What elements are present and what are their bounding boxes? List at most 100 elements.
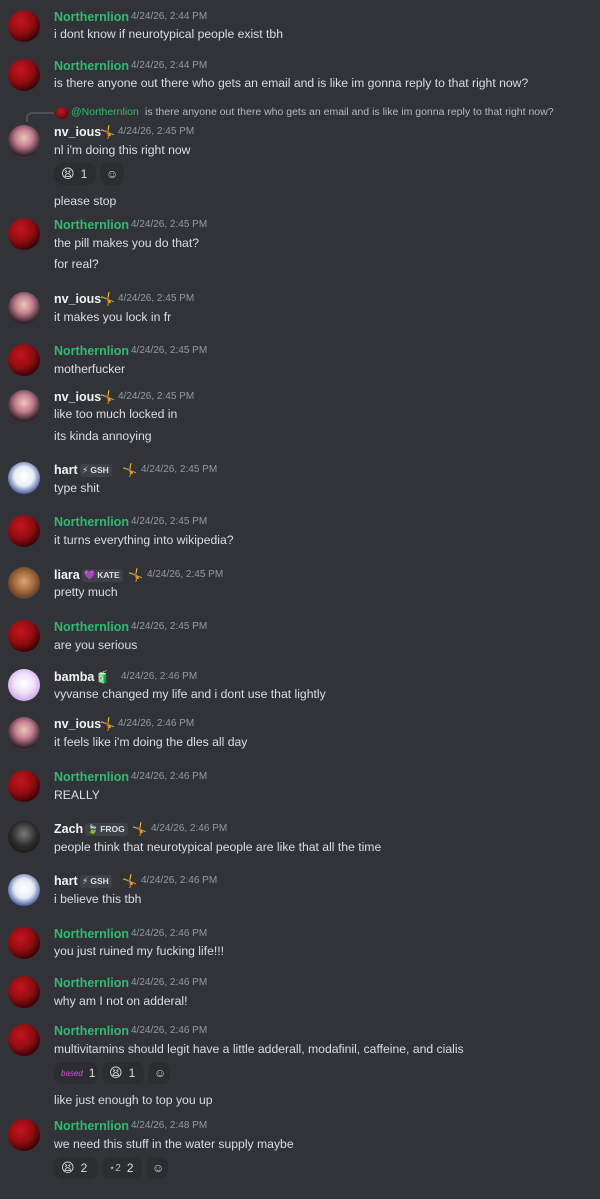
message-text: REALLY — [54, 788, 100, 802]
reaction-count: 1 — [128, 1066, 136, 1080]
timestamp: 4/24/26, 2:46 PM — [131, 977, 208, 988]
avatar[interactable] — [8, 874, 40, 906]
username[interactable]: Northernlion — [54, 1118, 129, 1134]
sparkle-emote-icon: ⋆2 — [109, 1162, 121, 1174]
message-text: i believe this tbh — [54, 892, 142, 906]
avatar[interactable] — [8, 821, 40, 853]
tired-face-icon: 😫 — [109, 1065, 123, 1080]
guild-tag-label: KATE — [97, 570, 120, 580]
avatar[interactable] — [8, 10, 40, 42]
avatar[interactable] — [8, 1119, 40, 1151]
username[interactable]: Northernlion — [54, 1023, 129, 1039]
username[interactable]: Northernlion — [54, 514, 129, 530]
role-icon: 🤸 — [100, 125, 115, 139]
avatar[interactable] — [8, 390, 40, 422]
username[interactable]: liara — [54, 567, 80, 583]
avatar[interactable] — [8, 1024, 40, 1056]
reaction-button[interactable]: based 1 — [54, 1062, 98, 1084]
avatar[interactable] — [8, 515, 40, 547]
username[interactable]: Zach — [54, 821, 83, 837]
avatar[interactable] — [8, 292, 40, 324]
role-icon: 🧃 — [95, 670, 110, 684]
guild-tag[interactable]: ⚡ GSH — [80, 464, 112, 477]
guild-tag[interactable]: 💜 KATE — [82, 569, 123, 582]
guild-tag[interactable]: 🍃 FROG — [85, 823, 128, 836]
role-icon: 🤸 — [100, 390, 115, 404]
message-text: type shit — [54, 481, 100, 495]
add-reaction-button[interactable]: ☺ — [148, 1062, 170, 1084]
guild-tag[interactable]: ⚡ GSH — [80, 875, 112, 888]
based-emote-icon: based — [61, 1068, 83, 1078]
reply-preview[interactable]: is there anyone out there who gets an em… — [145, 104, 554, 120]
avatar[interactable] — [8, 59, 40, 91]
avatar[interactable] — [8, 620, 40, 652]
reaction-button[interactable]: 😫 1 — [54, 163, 96, 185]
message-text: nl i'm doing this right now — [54, 143, 191, 157]
message-text: are you serious — [54, 638, 138, 652]
avatar[interactable] — [8, 218, 40, 250]
avatar[interactable] — [8, 927, 40, 959]
leaf-icon: 🍃 — [87, 824, 99, 834]
timestamp: 4/24/26, 2:46 PM — [121, 671, 198, 682]
username[interactable]: hart — [54, 873, 78, 889]
username[interactable]: Northernlion — [54, 975, 129, 991]
add-reaction-icon: ☺ — [154, 1066, 167, 1080]
timestamp: 4/24/26, 2:46 PM — [131, 1025, 208, 1036]
username[interactable]: Northernlion — [54, 926, 129, 942]
message-text: it feels like i'm doing the dles all day — [54, 735, 248, 749]
username[interactable]: Northernlion — [54, 58, 129, 74]
role-icon: 🤸 — [122, 463, 137, 477]
avatar[interactable] — [8, 125, 40, 157]
message-text: multivitamins should legit have a little… — [54, 1042, 464, 1056]
timestamp: 4/24/26, 2:45 PM — [131, 516, 208, 527]
username[interactable]: hart — [54, 462, 78, 478]
avatar[interactable] — [8, 770, 40, 802]
timestamp: 4/24/26, 2:46 PM — [151, 823, 228, 834]
avatar[interactable] — [8, 669, 40, 701]
add-reaction-icon: ☺ — [106, 167, 119, 181]
message-text: i dont know if neurotypical people exist… — [54, 27, 283, 41]
message-text: you just ruined my fucking life!!! — [54, 944, 225, 958]
avatar[interactable] — [8, 976, 40, 1008]
username[interactable]: nv_ious — [54, 124, 101, 140]
add-reaction-button[interactable]: ☺ — [100, 163, 124, 185]
role-icon: 🤸 — [100, 292, 115, 306]
reaction-count: 2 — [80, 1161, 88, 1175]
username[interactable]: Northernlion — [54, 769, 129, 785]
avatar[interactable] — [8, 462, 40, 494]
message-text: we need this stuff in the water supply m… — [54, 1137, 294, 1151]
reaction-button[interactable]: 😫 1 — [102, 1062, 144, 1084]
guild-tag-label: GSH — [90, 876, 109, 886]
reaction-button[interactable]: 😫 2 — [54, 1157, 98, 1179]
username[interactable]: nv_ious — [54, 716, 101, 732]
tired-face-icon: 😫 — [61, 1160, 75, 1175]
avatar[interactable] — [8, 344, 40, 376]
timestamp: 4/24/26, 2:45 PM — [118, 126, 195, 137]
username[interactable]: Northernlion — [54, 217, 129, 233]
message-text: motherfucker — [54, 362, 126, 376]
reaction-count: 1 — [80, 167, 88, 181]
role-icon: 🤸 — [122, 874, 137, 888]
username[interactable]: Northernlion — [54, 619, 129, 635]
message-text: please stop — [54, 194, 117, 208]
message-text: like just enough to top you up — [54, 1093, 213, 1107]
reaction-button[interactable]: ⋆2 2 — [102, 1157, 142, 1179]
reply-username[interactable]: @Northernlion — [71, 104, 139, 120]
username[interactable]: nv_ious — [54, 291, 101, 307]
add-reaction-button[interactable]: ☺ — [146, 1157, 168, 1179]
avatar[interactable] — [8, 567, 40, 599]
timestamp: 4/24/26, 2:45 PM — [131, 345, 208, 356]
timestamp: 4/24/26, 2:45 PM — [118, 293, 195, 304]
username[interactable]: Northernlion — [54, 343, 129, 359]
guild-tag-label: FROG — [100, 824, 125, 834]
timestamp: 4/24/26, 2:48 PM — [131, 1120, 208, 1131]
username[interactable]: bamba — [54, 669, 94, 685]
username[interactable]: nv_ious — [54, 389, 101, 405]
add-reaction-icon: ☺ — [152, 1161, 165, 1175]
heart-icon: 💜 — [84, 570, 96, 580]
avatar[interactable] — [8, 717, 40, 749]
message-text: pretty much — [54, 585, 118, 599]
timestamp: 4/24/26, 2:45 PM — [147, 569, 224, 580]
username[interactable]: Northernlion — [54, 9, 129, 25]
message-text: vyvanse changed my life and i dont use t… — [54, 687, 326, 701]
